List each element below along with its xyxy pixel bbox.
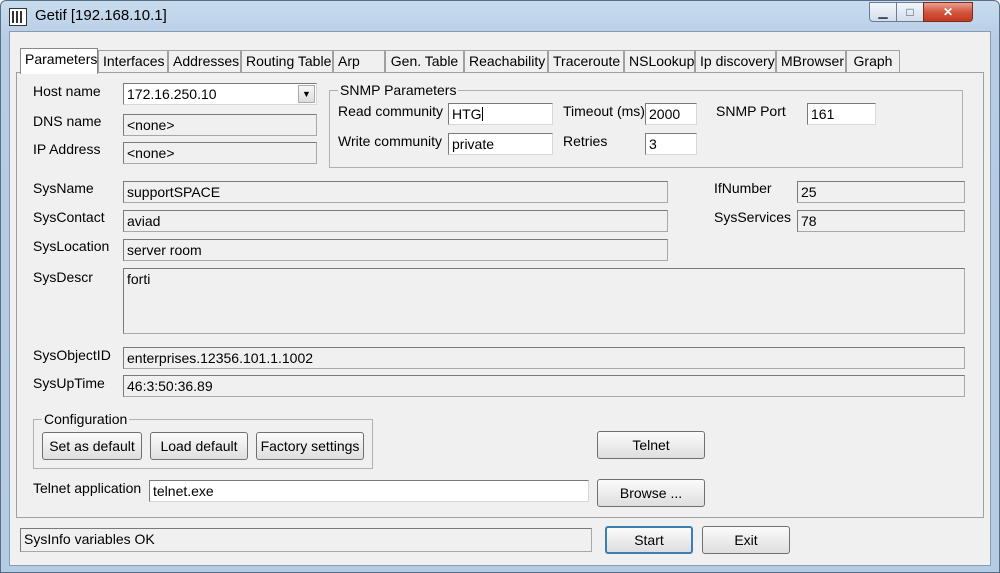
write-community-input[interactable]: private bbox=[448, 133, 553, 155]
close-button[interactable]: ✕ bbox=[923, 2, 973, 22]
start-button[interactable]: Start bbox=[605, 526, 693, 554]
telnet-application-label: Telnet application bbox=[33, 480, 142, 496]
sysobjectid-label: SysObjectID bbox=[33, 347, 111, 363]
ip-address-label: IP Address bbox=[33, 141, 101, 157]
chevron-down-icon[interactable]: ▼ bbox=[298, 85, 315, 103]
syscontact-field: aviad bbox=[123, 210, 668, 232]
host-name-combobox[interactable]: 172.16.250.10 ▼ bbox=[123, 83, 317, 105]
sysuptime-label: SysUpTime bbox=[33, 375, 105, 391]
sysdescr-field: forti bbox=[123, 268, 965, 334]
configuration-title: Configuration bbox=[42, 411, 130, 427]
snmp-port-label: SNMP Port bbox=[716, 103, 786, 119]
tab-traceroute[interactable]: Traceroute bbox=[548, 50, 624, 72]
sysdescr-label: SysDescr bbox=[33, 269, 93, 285]
tab-routing-table[interactable]: Routing Table bbox=[241, 50, 333, 72]
snmp-port-input[interactable]: 161 bbox=[807, 103, 876, 125]
syslocation-field: server room bbox=[123, 239, 668, 261]
read-community-label: Read community bbox=[338, 103, 444, 119]
retries-input[interactable]: 3 bbox=[645, 133, 697, 155]
load-default-button[interactable]: Load default bbox=[150, 432, 248, 460]
app-window: Getif [192.168.10.1] ▁ □ ✕ Parameters In… bbox=[0, 0, 1000, 573]
exit-button[interactable]: Exit bbox=[702, 526, 790, 554]
snmp-parameters-title: SNMP Parameters bbox=[338, 82, 459, 98]
snmp-parameters-group: SNMP Parameters Read community HTG Write… bbox=[329, 82, 963, 168]
sysname-field: supportSPACE bbox=[123, 181, 668, 203]
tab-gen-table[interactable]: Gen. Table bbox=[385, 50, 464, 72]
tab-parameters[interactable]: Parameters bbox=[20, 48, 98, 74]
set-as-default-button[interactable]: Set as default bbox=[42, 432, 142, 460]
ifnumber-field: 25 bbox=[797, 181, 965, 203]
dns-name-field: <none> bbox=[123, 114, 317, 136]
read-community-value: HTG bbox=[452, 106, 482, 122]
sysobjectid-field: enterprises.12356.101.1.1002 bbox=[123, 347, 965, 369]
host-name-label: Host name bbox=[33, 83, 101, 99]
sysservices-field: 78 bbox=[797, 210, 965, 232]
tab-reachability[interactable]: Reachability bbox=[464, 50, 548, 72]
text-cursor bbox=[481, 107, 483, 121]
retries-label: Retries bbox=[563, 133, 608, 149]
factory-settings-button[interactable]: Factory settings bbox=[256, 432, 364, 460]
write-community-label: Write community bbox=[338, 133, 442, 149]
tab-graph[interactable]: Graph bbox=[846, 50, 900, 72]
telnet-application-input[interactable]: telnet.exe bbox=[149, 480, 589, 502]
status-field: SysInfo variables OK bbox=[20, 528, 592, 552]
tab-nslookup[interactable]: NSLookup bbox=[624, 50, 695, 72]
tab-arp[interactable]: Arp bbox=[333, 50, 385, 72]
ifnumber-label: IfNumber bbox=[714, 180, 772, 196]
app-icon[interactable] bbox=[9, 8, 27, 26]
tab-mbrowser[interactable]: MBrowser bbox=[776, 50, 846, 72]
configuration-group: Configuration Set as default Load defaul… bbox=[33, 411, 373, 469]
host-name-value: 172.16.250.10 bbox=[127, 86, 217, 102]
parameters-panel: Host name 172.16.250.10 ▼ DNS name <none… bbox=[16, 72, 984, 518]
syslocation-label: SysLocation bbox=[33, 238, 110, 254]
window-title: Getif [192.168.10.1] bbox=[35, 7, 167, 24]
sysuptime-field: 46:3:50:36.89 bbox=[123, 375, 965, 397]
timeout-input[interactable]: 2000 bbox=[645, 103, 697, 125]
timeout-label: Timeout (ms) bbox=[563, 103, 645, 119]
read-community-input[interactable]: HTG bbox=[448, 103, 553, 125]
title-bar[interactable]: Getif [192.168.10.1] ▁ □ ✕ bbox=[1, 1, 1000, 31]
telnet-button[interactable]: Telnet bbox=[597, 431, 705, 459]
browse-button[interactable]: Browse ... bbox=[597, 479, 705, 507]
sysname-label: SysName bbox=[33, 180, 94, 196]
minimize-button[interactable]: ▁ bbox=[869, 2, 897, 22]
tab-addresses[interactable]: Addresses bbox=[168, 50, 241, 72]
sysservices-label: SysServices bbox=[714, 209, 792, 225]
client-area: Parameters Interfaces Addresses Routing … bbox=[9, 31, 991, 566]
dns-name-label: DNS name bbox=[33, 113, 102, 129]
syscontact-label: SysContact bbox=[33, 209, 105, 225]
maximize-button[interactable]: □ bbox=[896, 2, 924, 22]
tab-ip-discovery[interactable]: Ip discovery bbox=[695, 50, 776, 72]
tab-interfaces[interactable]: Interfaces bbox=[98, 50, 168, 72]
ip-address-field: <none> bbox=[123, 142, 317, 164]
